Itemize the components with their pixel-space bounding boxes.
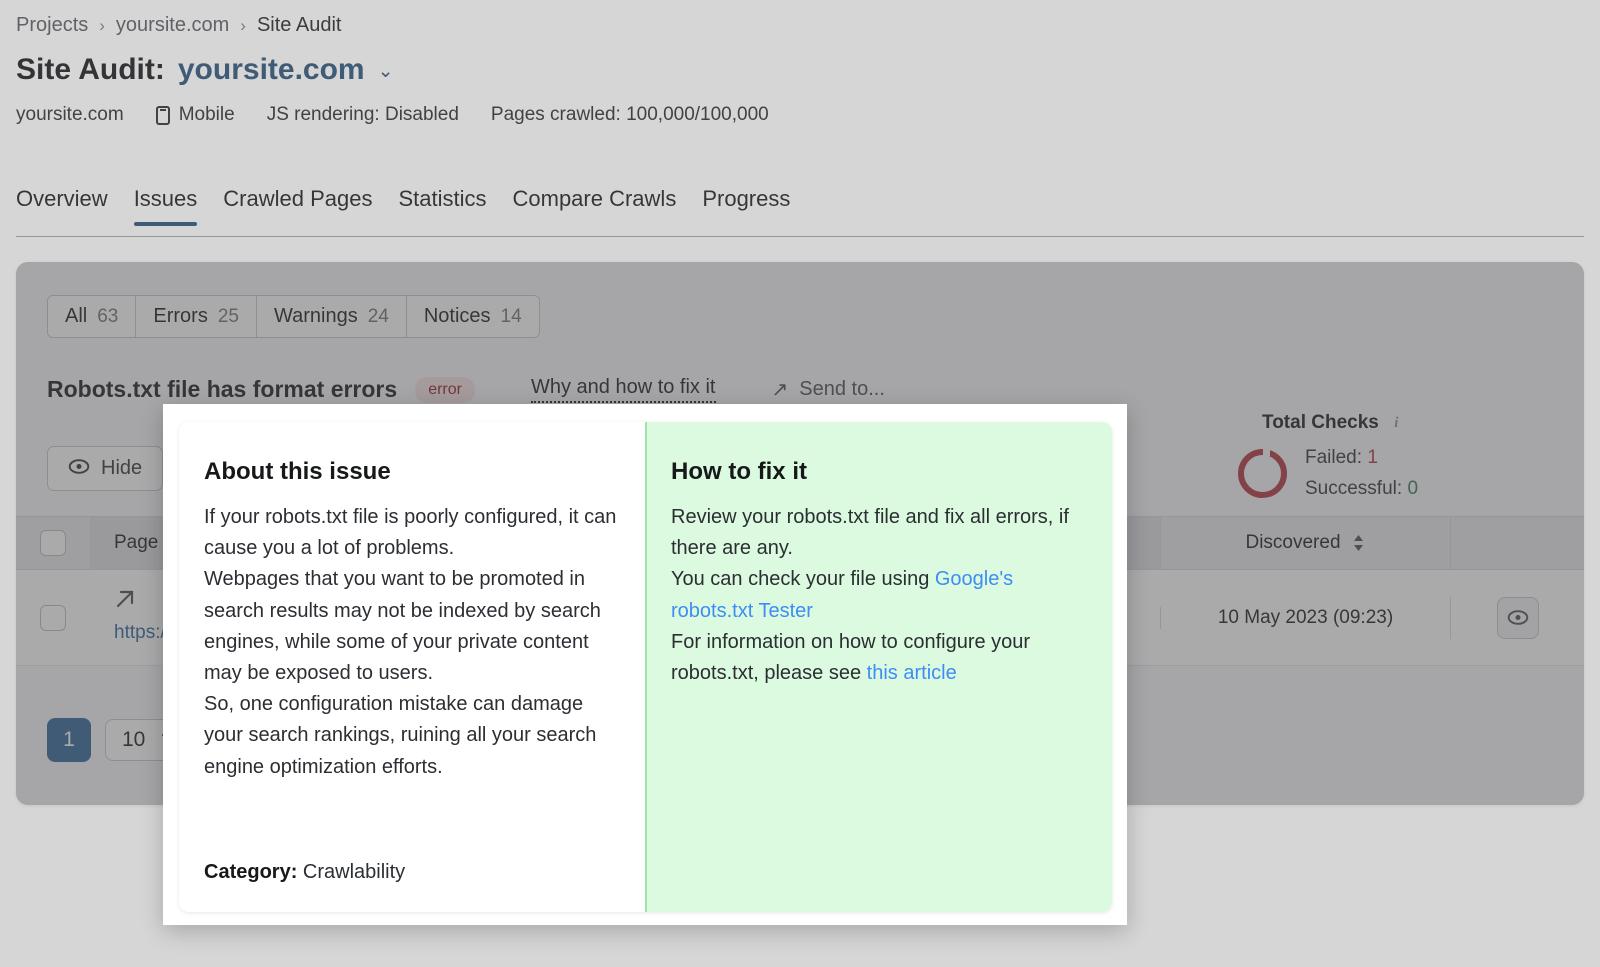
column-discovered-label: Discovered [1245,532,1341,553]
sort-icon[interactable] [1351,533,1366,553]
share-arrow-icon: ↗ [771,379,789,401]
this-article-link[interactable]: this article [867,662,957,684]
fix-line-3-text: For information on how to configure your… [671,630,1031,684]
category-label: Category: [204,861,298,883]
tab-progress[interactable]: Progress [702,186,790,226]
filter-errors-count: 25 [217,306,239,327]
checks-donut-chart [1238,448,1287,498]
filter-all-label: All [65,305,88,327]
tab-overview[interactable]: Overview [16,186,108,226]
filter-all[interactable]: All 63 [48,296,137,337]
select-all-cell [16,530,90,556]
filter-warnings[interactable]: Warnings 24 [256,296,407,337]
failed-label: Failed: [1305,447,1363,468]
issue-info-popup: About this issue If your robots.txt file… [163,404,1127,925]
successful-value: 0 [1407,478,1419,500]
send-to-label: Send to... [799,378,885,400]
issue-title: Robots.txt file has format errors [47,376,398,402]
failed-checks: Failed: 1 [1305,442,1418,473]
row-actions-cell [1450,596,1584,639]
column-discovered[interactable]: Discovered [1160,517,1450,569]
project-selector[interactable]: yoursite.com [178,53,365,87]
filter-errors[interactable]: Errors 25 [136,296,257,337]
meta-js-rendering: JS rendering: Disabled [266,104,459,125]
meta-site: yoursite.com [16,104,124,125]
about-paragraph-2: Webpages that you want to be promoted in… [204,568,601,684]
per-page-value: 10 [122,728,146,751]
about-paragraph-3: So, one configuration mistake can damage… [204,693,597,778]
total-checks-widget: Total Checks i Failed: 1 Successful: 0 [1238,412,1478,505]
nav-divider [16,236,1584,237]
successful-label: Successful: [1305,478,1403,500]
tab-statistics[interactable]: Statistics [398,186,486,226]
send-to-button[interactable]: ↗ Send to... [772,377,885,402]
issue-category: Category: Crawlability [204,861,405,884]
meta-device: Mobile [155,104,235,126]
status-badge: error [415,376,475,403]
fix-line-3: For information on how to configure your… [671,627,1084,689]
info-icon[interactable]: i [1388,415,1405,432]
page-title-prefix: Site Audit: [16,53,165,86]
about-heading: About this issue [204,458,391,485]
breadcrumb-item-site-audit[interactable]: Site Audit [257,14,342,37]
page-title: Site Audit: yoursite.com ⌄ [16,53,394,87]
how-to-fix-it-panel: How to fix it Review your robots.txt fil… [645,422,1112,912]
about-paragraph-1: If your robots.txt file is poorly config… [204,506,617,560]
why-and-how-to-fix-it-link[interactable]: Why and how to fix it [530,376,716,403]
column-actions [1450,517,1584,569]
tab-compare-crawls[interactable]: Compare Crawls [513,186,677,226]
tab-issues[interactable]: Issues [133,186,197,226]
filter-errors-label: Errors [153,305,208,327]
project-meta: yoursite.com Mobile JS rendering: Disabl… [16,104,801,126]
row-select-cell [16,604,90,631]
breadcrumb: Projects › yoursite.com › Site Audit [16,14,341,37]
mobile-icon [155,105,170,125]
fix-line-2: You can check your file using Google's r… [671,564,1084,626]
chevron-down-icon[interactable]: ⌄ [378,60,394,83]
total-checks-title-row: Total Checks i [1262,412,1478,434]
page-button-1[interactable]: 1 [47,718,91,762]
filter-notices-label: Notices [423,305,491,327]
hide-button[interactable]: Hide [47,446,164,491]
hide-button-label: Hide [101,457,143,479]
breadcrumb-item-projects[interactable]: Projects [16,14,88,37]
fix-line-1: Review your robots.txt file and fix all … [671,506,1069,560]
row-checkbox[interactable] [40,604,66,631]
meta-pages-crawled: Pages crawled: 100,000/100,000 [490,104,769,125]
tab-crawled-pages[interactable]: Crawled Pages [223,186,372,226]
issue-filter-group: All 63 Errors 25 Warnings 24 Notices 14 [47,295,540,338]
eye-icon [68,457,90,480]
breadcrumb-separator-icon: › [240,15,246,35]
issue-header: Robots.txt file has format errors error … [47,376,885,403]
filter-notices-count: 14 [500,306,522,327]
about-this-issue-panel: About this issue If your robots.txt file… [179,422,645,912]
select-all-checkbox[interactable] [40,530,66,556]
successful-checks: Successful: 0 [1305,473,1418,504]
row-discovered-cell: 10 May 2023 (09:23) [1160,606,1450,629]
failed-value: 1 [1367,447,1378,468]
total-checks-label: Total Checks [1262,412,1379,433]
fix-line-2-text: You can check your file using [671,568,935,591]
filter-warnings-count: 24 [367,306,389,327]
breadcrumb-item-site[interactable]: yoursite.com [116,14,229,37]
fix-heading: How to fix it [671,458,807,485]
meta-device-label: Mobile [178,104,235,125]
filter-notices[interactable]: Notices 14 [406,296,539,337]
filter-all-count: 63 [97,306,119,327]
row-preview-button[interactable] [1496,596,1539,639]
filter-warnings-label: Warnings [273,305,358,327]
breadcrumb-separator-icon: › [99,15,105,35]
main-nav-tabs: Overview Issues Crawled Pages Statistics… [16,186,790,226]
category-value: Crawlability [302,861,406,883]
